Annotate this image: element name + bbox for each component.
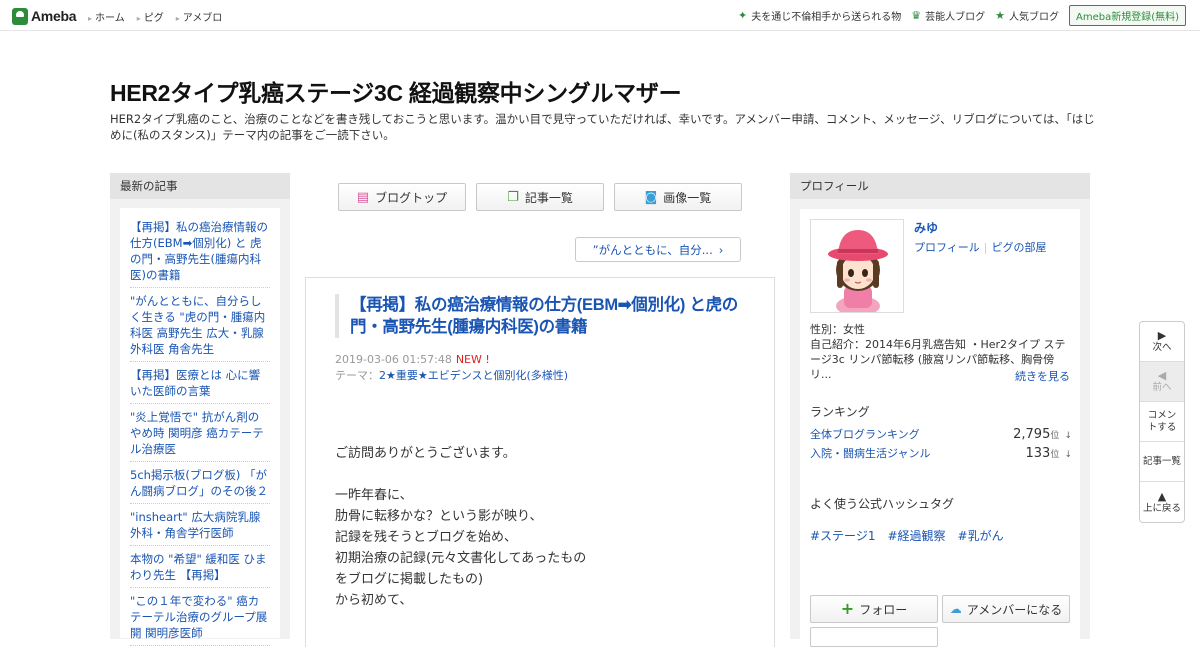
sparkle-icon: ✦ [738, 9, 748, 22]
profile-name[interactable]: みゆ [914, 219, 938, 236]
article-list-button[interactable]: 記事一覧 [1140, 442, 1184, 482]
entry-title[interactable]: 【再掲】私の癌治療情報の仕方(EBM➡個別化) と虎の門・高野先生(腫瘍内科医)… [335, 294, 745, 338]
pigg-room-link[interactable]: ピグの部屋 [992, 241, 1047, 254]
recent-article-link[interactable]: 本物の "希望" 緩和医 ひまわり先生 【再掲】 [130, 550, 270, 588]
back-to-top-label: 上に戻る [1142, 502, 1181, 514]
ranking-value: 2,795 [1013, 427, 1051, 442]
prev-label: 前へ [1152, 382, 1172, 393]
back-to-top-button[interactable]: ▲ 上に戻る [1140, 482, 1184, 522]
crown-icon: ♛ [911, 9, 922, 22]
entry-body: ご訪問ありがとうございます。 一昨年春に、 肋骨に転移かな？という影が映り、 記… [335, 446, 587, 608]
blog-title[interactable]: HER2タイプ乳癌ステージ3C 経過観察中シングルマザー [110, 74, 682, 108]
ameba-logo[interactable]: Ameba [12, 6, 76, 26]
comment-label: コメントする [1147, 409, 1177, 433]
secondary-button[interactable] [810, 627, 938, 647]
next-button[interactable]: ▶ 次へ [1140, 322, 1184, 362]
comment-button[interactable]: コメントする [1140, 402, 1184, 442]
document-icon: ▤ [356, 189, 370, 205]
amember-label: アメンバーになる [966, 602, 1063, 617]
tab-image-list[interactable]: ◙ 画像一覧 [614, 183, 742, 211]
tab-article-list[interactable]: ❐ 記事一覧 [476, 183, 604, 211]
global-nav: ホーム ピグ アメブロ [88, 9, 222, 24]
article-list-label: 記事一覧 [1142, 455, 1181, 467]
header-link-celebrity[interactable]: ♛ 芸能人ブログ [911, 8, 985, 23]
ranking-value: 133 [1025, 446, 1051, 461]
recent-article-link[interactable]: 5ch掲示板(ブログ板) 「がん闘病ブログ」のその後２ [130, 466, 270, 504]
tab-label: 記事一覧 [524, 190, 573, 205]
nav-ameblo[interactable]: アメブロ [176, 9, 223, 24]
profile-links: プロフィール | ピグの部屋 [914, 239, 1047, 255]
ranking-row: 全体ブログランキング 2,795位 ↓ [810, 423, 1072, 442]
copy-icon: ❐ [507, 189, 519, 205]
follow-label: フォロー [859, 602, 908, 617]
header-link-popular[interactable]: ★ 人気ブログ [995, 8, 1059, 23]
recent-article-link[interactable]: "insheart" 広大病院乳腺外科・角舎学行医師 [130, 508, 270, 546]
profile-link[interactable]: プロフィール [914, 241, 980, 254]
profile-heading: プロフィール [790, 173, 1090, 199]
chevron-right-icon: › [718, 242, 724, 257]
hashtags-list: #ステージ1 #経過観察 #乳がん [810, 527, 1004, 544]
theme-label: テーマ： [335, 369, 379, 382]
next-icon: ▶ [1157, 329, 1167, 342]
ameba-logo-icon [12, 7, 28, 25]
prev-button[interactable]: ◀ 前へ [1140, 362, 1184, 402]
global-header: Ameba ホーム ピグ アメブロ ✦夫を通じ不倫相手から送られる物 ♛芸能人ブ… [0, 0, 1200, 31]
header-link-trending[interactable]: ✦ 夫を通じ不倫相手から送られる物 [738, 8, 901, 23]
nav-home[interactable]: ホーム [88, 9, 125, 24]
next-article-link[interactable]: ”がんとともに、自分... › [575, 237, 741, 262]
entry-date: 2019-03-06 01:57:48 [335, 353, 452, 366]
ranking-row: 入院・闘病生活ジャンル 133位 ↓ [810, 442, 1072, 461]
recent-articles-list: 【再掲】私の癌治療情報の仕方(EBM➡個別化) と 虎の門・高野先生(腫瘍内科医… [130, 218, 270, 650]
hashtag-link[interactable]: #乳がん [958, 527, 1004, 544]
side-navigation: ▶ 次へ ◀ 前へ コメントする 記事一覧 ▲ 上に戻る [1139, 321, 1185, 523]
avatar[interactable] [810, 219, 904, 313]
hashtag-link[interactable]: #ステージ1 [810, 527, 875, 544]
read-more-link[interactable]: 続きを見る [1015, 368, 1070, 384]
ranking-unit: 位 [1050, 450, 1060, 460]
recent-article-link[interactable]: "がんとともに、自分らしく生きる "虎の門・腫瘍内科医 高野先生 広大・乳腺外科… [130, 292, 270, 362]
recent-article-link[interactable]: "この１年で変わる" 癌カテーテル治療のグループ展開 関明彦医師 [130, 592, 270, 646]
plus-icon: + [840, 599, 855, 618]
recent-article-link[interactable]: 【再掲】私の癌治療情報の仕方(EBM➡個別化) と 虎の門・高野先生(腫瘍内科医… [130, 218, 270, 288]
tab-blog-top[interactable]: ▤ ブログトップ [338, 183, 466, 211]
header-link-label: 夫を通じ不倫相手から送られる物 [751, 12, 902, 23]
tab-label: 画像一覧 [663, 190, 712, 205]
star-icon: ★ [995, 9, 1005, 22]
ranking-heading: ランキング [810, 405, 870, 419]
trend-down-icon: ↓ [1064, 450, 1072, 460]
amember-button[interactable]: ☁ アメンバーになる [942, 595, 1070, 623]
signup-button[interactable]: Ameba新規登録(無料) [1068, 5, 1186, 26]
hashtags-heading: よく使う公式ハッシュタグ [810, 497, 955, 511]
recent-article-link[interactable]: 【再掲】医療とは 心に響いた医師の言葉 [130, 366, 270, 404]
entry-theme-link[interactable]: 2★重要★エビデンスと個別化(多様性) [379, 369, 568, 382]
prev-icon: ◀ [1157, 369, 1167, 382]
tab-label: ブログトップ [375, 190, 448, 205]
hashtag-link[interactable]: #経過観察 [887, 527, 945, 544]
new-badge: NEW ! [455, 353, 490, 366]
camera-icon: ◙ [644, 189, 658, 205]
nav-pigg[interactable]: ピグ [137, 9, 164, 24]
logo-text: Ameba [31, 8, 77, 24]
recent-articles-heading: 最新の記事 [110, 173, 290, 199]
blog-description: HER2タイプ乳癌のこと、治療のことなどを書き残しておこうと思います。温かい目で… [110, 112, 1095, 142]
header-right: ✦ 夫を通じ不倫相手から送られる物 ♛ 芸能人ブログ ★ 人気ブログ Ameba新規登… [738, 5, 1186, 26]
entry-meta: 2019-03-06 01:57:48 NEW ! テーマ：2★重要★エビデンスと… [335, 352, 568, 384]
follow-button[interactable]: + フォロー [810, 595, 938, 623]
trend-down-icon: ↓ [1064, 431, 1072, 441]
header-link-label: 人気ブログ [1008, 12, 1059, 23]
link-separator: | [983, 241, 988, 254]
ranking-unit: 位 [1050, 431, 1060, 441]
ranking-label[interactable]: 全体ブログランキング [810, 426, 920, 442]
recent-article-link[interactable]: "炎上覚悟で" 抗がん剤のやめ時 関明彦 癌カテーテル治療医 [130, 408, 270, 462]
amember-icon: ☁ [949, 602, 962, 616]
avatar-image [811, 220, 903, 312]
profile-gender: 性別：女性 [810, 323, 865, 336]
next-label: 次へ [1152, 342, 1172, 353]
ranking-label[interactable]: 入院・闘病生活ジャンル [810, 445, 930, 461]
up-icon: ▲ [1157, 489, 1167, 503]
next-article-label: ”がんとともに、自分... [592, 242, 713, 257]
header-link-label: 芸能人ブログ [925, 12, 986, 23]
